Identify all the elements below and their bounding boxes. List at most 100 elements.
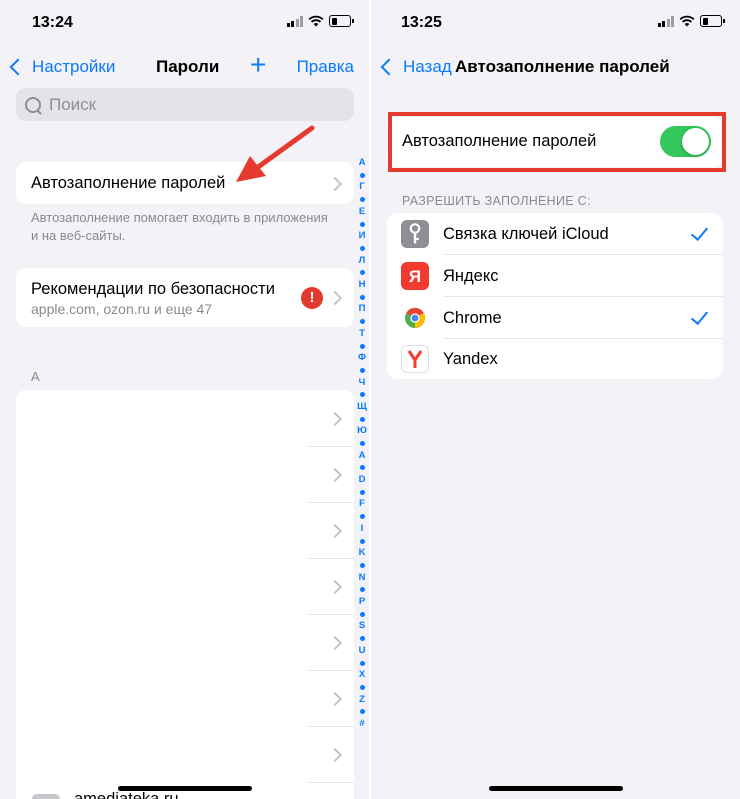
provider-label: Яндекс [443,267,499,285]
cellular-signal-icon [657,15,674,27]
provider-row-chrome[interactable]: Chrome [387,297,723,338]
provider-label: Yandex [443,350,498,368]
index-letter[interactable]: П [359,303,366,315]
list-item[interactable] [16,390,354,446]
index-dot [359,685,365,690]
search-input[interactable]: Поиск [16,88,354,121]
chevron-right-icon [327,176,343,192]
key-icon [401,220,429,248]
index-letter[interactable]: Щ [357,401,367,413]
index-letter[interactable]: И [359,230,366,242]
chevron-right-icon [327,290,343,306]
list-item[interactable] [16,670,354,726]
index-dot [359,270,365,276]
battery-icon [329,15,354,27]
index-letter[interactable]: A [359,450,366,462]
back-button[interactable]: Назад [379,57,452,77]
list-item[interactable] [16,558,354,614]
provider-row-yandex-ru[interactable]: Я Яндекс [387,255,723,296]
index-letter[interactable]: Ю [357,425,367,437]
status-icons [286,15,354,27]
right-screen: 13:25 Назад Автозаполнение паролей Автоз… [371,0,740,799]
index-letter[interactable]: Т [359,328,365,340]
index-dot [359,489,365,495]
index-dot [359,197,365,203]
list-item[interactable] [16,614,354,670]
security-recommendations-row[interactable]: Рекомендации по безопасности apple.com, … [16,268,354,327]
index-letter[interactable]: Ч [359,377,366,389]
chevron-right-icon [327,411,343,427]
index-dot [359,538,365,544]
index-letter[interactable]: А [359,157,366,169]
autofill-footnote: Автозаполнение помогает входить в прилож… [31,210,328,243]
chevron-right-icon [327,579,343,595]
index-letter[interactable]: D [359,474,366,486]
red-arrow-annotation [236,125,315,182]
index-letter[interactable]: X [359,669,365,681]
svg-text:Я: Я [409,267,421,286]
index-dot [359,587,365,593]
index-dot [359,172,365,178]
index-letter[interactable]: Ф [358,352,366,364]
index-letter[interactable]: P [359,596,365,608]
back-label: Назад [403,57,452,76]
chevron-left-icon [380,58,398,76]
yandex-browser-icon [401,345,429,373]
index-letter[interactable]: # [359,718,364,730]
page-title: Автозаполнение паролей [455,57,670,76]
status-time: 13:24 [32,14,73,31]
chrome-icon [401,304,429,332]
index-dot [359,441,365,447]
index-dot [359,319,365,325]
index-letter[interactable]: Н [359,279,366,291]
wifi-icon [679,15,695,27]
index-dot [359,660,365,666]
index-letter[interactable]: U [359,645,366,657]
add-password-button[interactable]: + [250,50,266,80]
security-subtitle: apple.com, ozon.ru и еще 47 [31,301,213,317]
index-letter[interactable]: Г [359,181,364,193]
index-letter[interactable]: Л [359,255,366,267]
list-item[interactable] [16,446,354,502]
index-dot [359,636,365,642]
checkmark-icon [690,306,709,326]
provider-label: Chrome [443,309,502,327]
index-dot [359,294,365,300]
password-list: amediateka.ru [16,390,354,799]
index-letter[interactable]: K [359,547,366,559]
index-letter[interactable]: N [359,572,366,584]
index-letter[interactable]: F [359,498,365,510]
provider-row-icloud-keychain[interactable]: Связка ключей iCloud [387,213,723,254]
back-button-settings[interactable]: Настройки [8,57,115,77]
index-dot [359,367,365,373]
battery-icon [700,15,725,27]
alert-icon: ! [301,287,323,309]
section-index[interactable]: А Г Е И Л Н П Т Ф Ч Щ Ю A D F I K N P S U X Z # [356,157,368,730]
index-letter[interactable]: Z [359,694,365,706]
home-indicator [489,786,623,791]
cellular-signal-icon [286,15,303,27]
site-favicon [32,794,60,799]
status-time: 13:25 [401,14,442,31]
section-header-allow-fill: РАЗРЕШИТЬ ЗАПОЛНЕНИЕ С: [402,194,591,208]
index-dot [359,611,365,617]
index-dot [359,221,365,227]
provider-list: Связка ключей iCloud Я Яндекс Chrome Yan… [387,213,723,379]
list-item[interactable] [16,726,354,782]
edit-button[interactable]: Правка [297,57,354,77]
search-icon [25,96,41,113]
status-icons [657,15,725,27]
list-item[interactable] [16,502,354,558]
chevron-right-icon [327,635,343,651]
chevron-right-icon [327,467,343,483]
index-letter[interactable]: S [359,620,365,632]
security-label: Рекомендации по безопасности [31,280,275,298]
home-indicator [118,786,252,791]
chevron-right-icon [327,747,343,763]
provider-label: Связка ключей iCloud [443,225,609,243]
provider-row-yandex-browser[interactable]: Yandex [387,339,723,379]
index-dot [359,563,365,569]
index-letter[interactable]: Е [359,206,365,218]
page-title: Пароли [156,57,220,76]
index-letter[interactable]: I [361,523,364,535]
